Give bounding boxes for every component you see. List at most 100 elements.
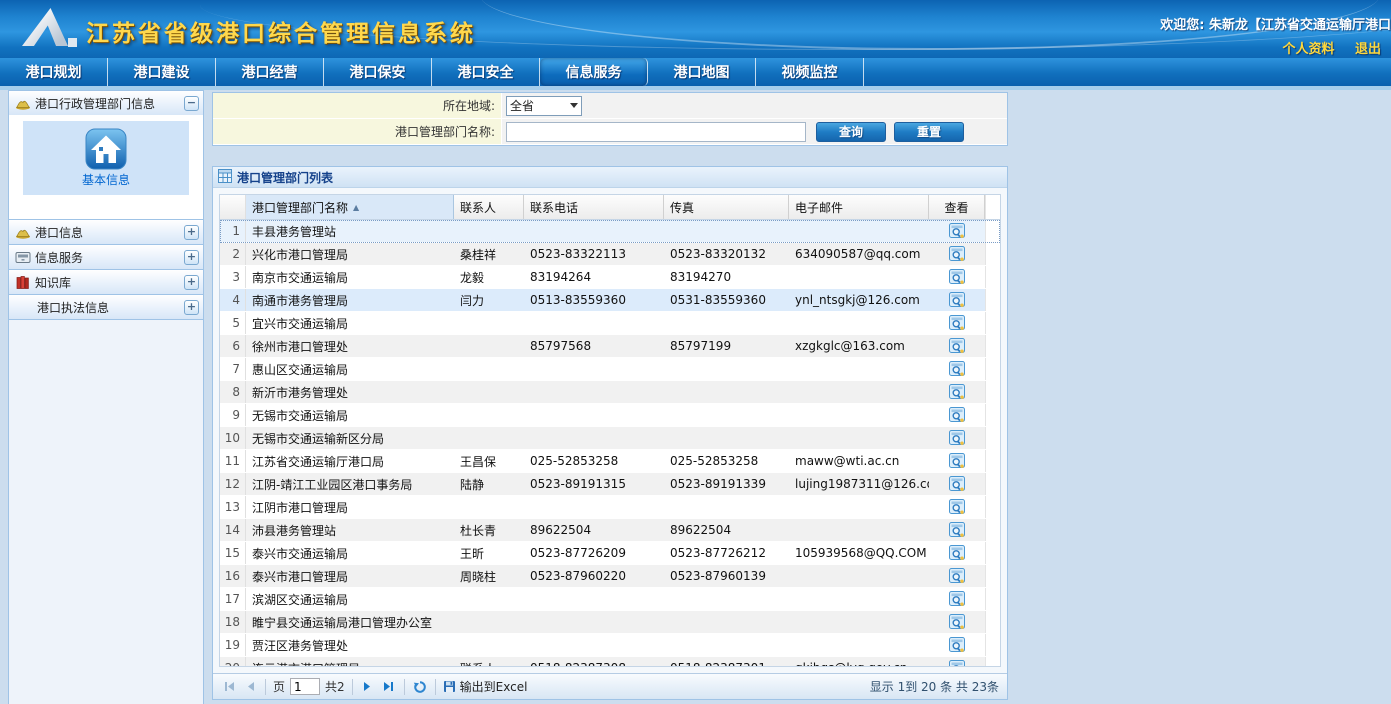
filter-row-region: 所在地域: 全省 bbox=[213, 93, 1007, 119]
cell-department-name: 宜兴市交通运输局 bbox=[246, 312, 454, 334]
collapse-icon[interactable]: − bbox=[184, 96, 199, 111]
column-header-name[interactable]: 港口管理部门名称 ▲ bbox=[246, 195, 454, 219]
refresh-icon[interactable] bbox=[412, 679, 428, 695]
drawer-icon bbox=[15, 251, 33, 264]
column-header-phone[interactable]: 联系电话 bbox=[524, 195, 664, 219]
last-page-button[interactable] bbox=[381, 679, 397, 695]
sidebar-section-header-5[interactable]: 港口执法信息+ bbox=[9, 295, 203, 319]
search-button[interactable]: 查询 bbox=[816, 122, 886, 142]
sidebar-section-header-1[interactable]: 港口行政管理部门信息− bbox=[9, 91, 203, 115]
column-header-fax[interactable]: 传真 bbox=[664, 195, 789, 219]
expand-icon[interactable]: + bbox=[184, 250, 199, 265]
column-header-view[interactable]: 查看 bbox=[929, 195, 985, 219]
cell-department-name: 南京市交通运输局 bbox=[246, 266, 454, 288]
cell-view bbox=[929, 266, 985, 288]
nav-tab-8[interactable]: 视频监控 bbox=[756, 58, 864, 86]
cell-view bbox=[929, 427, 985, 449]
nav-tab-5[interactable]: 港口安全 bbox=[432, 58, 540, 86]
name-field-area: 查询 重置 bbox=[501, 119, 1007, 144]
view-detail-icon[interactable] bbox=[949, 430, 966, 447]
view-detail-icon[interactable] bbox=[949, 246, 966, 263]
view-detail-icon[interactable] bbox=[949, 223, 966, 240]
table-row[interactable]: 3南京市交通运输局龙毅8319426483194270 bbox=[220, 266, 1000, 289]
view-detail-icon[interactable] bbox=[949, 568, 966, 585]
cell-view bbox=[929, 243, 985, 265]
cell-email bbox=[789, 266, 929, 288]
cell-phone: 0523-83322113 bbox=[524, 243, 664, 265]
table-row[interactable]: 13江阴市港口管理局 bbox=[220, 496, 1000, 519]
page-number-input[interactable] bbox=[290, 678, 320, 695]
nav-tab-4[interactable]: 港口保安 bbox=[324, 58, 432, 86]
view-detail-icon[interactable] bbox=[949, 660, 966, 668]
cell-email: maww@wti.ac.cn bbox=[789, 450, 929, 472]
view-detail-icon[interactable] bbox=[949, 269, 966, 286]
cell-fax: 0518-82387301 bbox=[664, 657, 789, 667]
main-content: 所在地域: 全省 港口管理部门名称: 查询 重置 bbox=[212, 92, 1008, 700]
profile-link[interactable]: 个人资料 bbox=[1282, 42, 1334, 57]
cell-view bbox=[929, 473, 985, 495]
nav-tab-7[interactable]: 港口地图 bbox=[648, 58, 756, 86]
pager-separator bbox=[265, 679, 266, 695]
table-row[interactable]: 1丰县港务管理站 bbox=[220, 220, 1000, 243]
expand-icon[interactable]: + bbox=[184, 300, 199, 315]
row-index: 3 bbox=[220, 266, 246, 288]
view-detail-icon[interactable] bbox=[949, 384, 966, 401]
nav-tab-1[interactable]: 港口规划 bbox=[0, 58, 108, 86]
view-detail-icon[interactable] bbox=[949, 292, 966, 309]
first-page-button[interactable] bbox=[221, 679, 237, 695]
region-select[interactable]: 全省 bbox=[506, 96, 582, 116]
table-row[interactable]: 4南通市港务管理局闫力0513-835593600531-83559360ynl… bbox=[220, 289, 1000, 312]
sidebar-section-label: 知识库 bbox=[33, 274, 184, 291]
table-row[interactable]: 6徐州市港口管理处8579756885797199xzgkglc@163.com bbox=[220, 335, 1000, 358]
expand-icon[interactable]: + bbox=[184, 225, 199, 240]
table-row[interactable]: 7惠山区交通运输局 bbox=[220, 358, 1000, 381]
table-row[interactable]: 17滨湖区交通运输局 bbox=[220, 588, 1000, 611]
view-detail-icon[interactable] bbox=[949, 407, 966, 424]
department-name-input[interactable] bbox=[506, 122, 806, 142]
table-row[interactable]: 12江阴-靖江工业园区港口事务局陆静0523-891913150523-8919… bbox=[220, 473, 1000, 496]
column-header-contact[interactable]: 联系人 bbox=[454, 195, 524, 219]
view-detail-icon[interactable] bbox=[949, 637, 966, 654]
view-detail-icon[interactable] bbox=[949, 522, 966, 539]
row-filler bbox=[985, 358, 1000, 380]
table-row[interactable]: 11江苏省交通运输厅港口局王昌保025-52853258025-52853258… bbox=[220, 450, 1000, 473]
view-detail-icon[interactable] bbox=[949, 614, 966, 631]
table-row[interactable]: 14沛县港务管理站杜长青8962250489622504 bbox=[220, 519, 1000, 542]
expand-icon[interactable]: + bbox=[184, 275, 199, 290]
nav-tab-3[interactable]: 港口经营 bbox=[216, 58, 324, 86]
view-detail-icon[interactable] bbox=[949, 545, 966, 562]
row-index: 1 bbox=[220, 220, 246, 242]
view-detail-icon[interactable] bbox=[949, 453, 966, 470]
sidebar-section-header-4[interactable]: 知识库+ bbox=[9, 270, 203, 294]
nav-tab-2[interactable]: 港口建设 bbox=[108, 58, 216, 86]
sidebar-section-header-3[interactable]: 信息服务+ bbox=[9, 245, 203, 269]
column-header-email[interactable]: 电子邮件 bbox=[789, 195, 929, 219]
table-row[interactable]: 15泰兴市交通运输局王昕0523-877262090523-8772621210… bbox=[220, 542, 1000, 565]
export-to-excel-button[interactable]: 输出到Excel bbox=[443, 678, 528, 695]
view-detail-icon[interactable] bbox=[949, 315, 966, 332]
view-detail-icon[interactable] bbox=[949, 499, 966, 516]
nav-tab-6-active[interactable]: 信息服务 bbox=[540, 58, 648, 86]
previous-page-button[interactable] bbox=[242, 679, 258, 695]
table-row[interactable]: 8新沂市港务管理处 bbox=[220, 381, 1000, 404]
table-row[interactable]: 5宜兴市交通运输局 bbox=[220, 312, 1000, 335]
cell-department-name: 贾汪区港务管理处 bbox=[246, 634, 454, 656]
table-row[interactable]: 16泰兴市港口管理局周晓柱0523-879602200523-87960139 bbox=[220, 565, 1000, 588]
view-detail-icon[interactable] bbox=[949, 361, 966, 378]
table-row[interactable]: 2兴化市港口管理局桑桂祥0523-833221130523-8332013263… bbox=[220, 243, 1000, 266]
cell-fax: 89622504 bbox=[664, 519, 789, 541]
next-page-button[interactable] bbox=[360, 679, 376, 695]
sidebar-item-basic-info[interactable]: 基本信息 bbox=[23, 121, 189, 195]
view-detail-icon[interactable] bbox=[949, 338, 966, 355]
table-row[interactable]: 18睢宁县交通运输局港口管理办公室 bbox=[220, 611, 1000, 634]
view-detail-icon[interactable] bbox=[949, 591, 966, 608]
table-row[interactable]: 9无锡市交通运输局 bbox=[220, 404, 1000, 427]
reset-button[interactable]: 重置 bbox=[894, 122, 964, 142]
logout-link[interactable]: 退出 bbox=[1355, 42, 1381, 57]
table-row[interactable]: 20连云港市港口管理局联系人0518-823873080518-82387301… bbox=[220, 657, 1000, 667]
sidebar-section-header-2[interactable]: 港口信息+ bbox=[9, 220, 203, 244]
table-row[interactable]: 10无锡市交通运输新区分局 bbox=[220, 427, 1000, 450]
table-row[interactable]: 19贾汪区港务管理处 bbox=[220, 634, 1000, 657]
view-detail-icon[interactable] bbox=[949, 476, 966, 493]
cell-fax bbox=[664, 220, 789, 242]
